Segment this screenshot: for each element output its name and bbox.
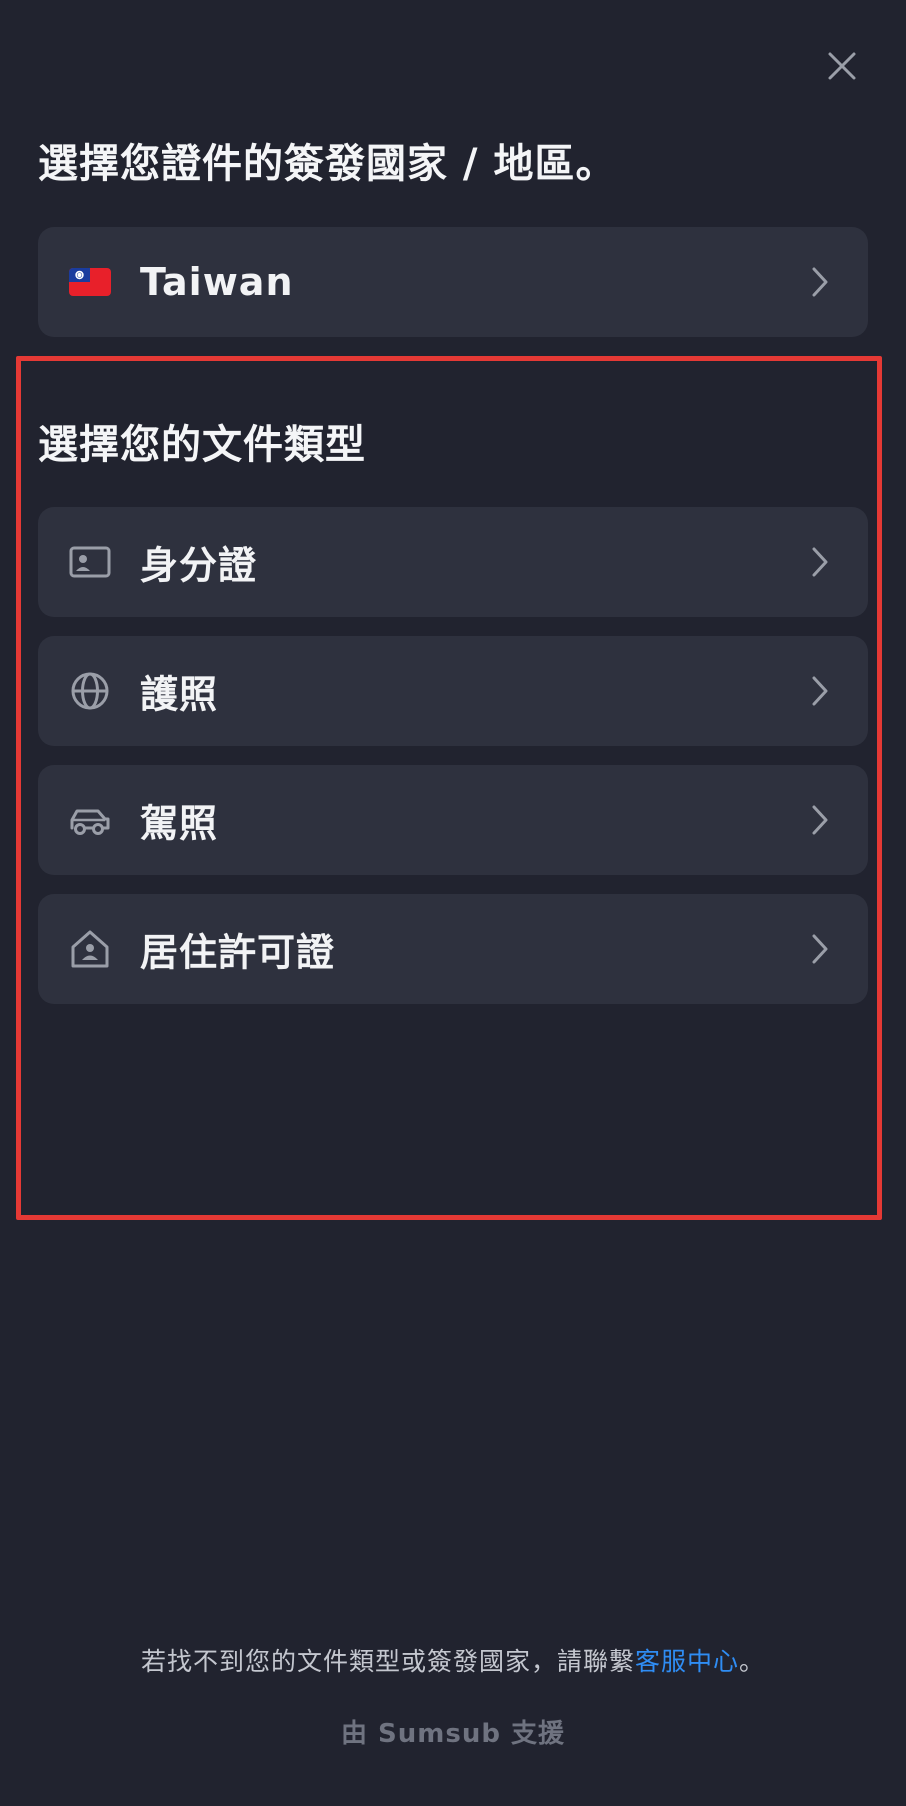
chevron-right-icon <box>810 932 830 966</box>
taiwan-flag-icon <box>68 260 112 304</box>
country-selector[interactable]: Taiwan <box>38 227 868 337</box>
help-text-suffix: 。 <box>739 1647 766 1676</box>
document-option-residence-permit[interactable]: 居住許可證 <box>38 894 868 1004</box>
house-icon <box>68 927 112 971</box>
document-option-drivers-license[interactable]: 駕照 <box>38 765 868 875</box>
globe-icon <box>68 669 112 713</box>
help-text: 若找不到您的文件類型或簽發國家，請聯繫客服中心。 <box>0 1642 906 1678</box>
country-heading: 選擇您證件的簽發國家 / 地區。 <box>38 141 617 187</box>
document-option-label: 居住許可證 <box>140 930 336 975</box>
close-icon <box>828 52 856 80</box>
close-button[interactable] <box>818 42 866 90</box>
document-option-passport[interactable]: 護照 <box>38 636 868 746</box>
document-type-heading: 選擇您的文件類型 <box>38 422 366 468</box>
selected-country-label: Taiwan <box>140 260 294 304</box>
document-option-label: 駕照 <box>140 801 219 846</box>
document-option-label: 護照 <box>140 672 219 717</box>
document-option-id-card[interactable]: 身分證 <box>38 507 868 617</box>
chevron-right-icon <box>810 803 830 837</box>
support-center-link[interactable]: 客服中心 <box>635 1647 739 1676</box>
chevron-right-icon <box>810 265 830 299</box>
help-text-prefix: 若找不到您的文件類型或簽發國家，請聯繫 <box>140 1647 635 1676</box>
car-icon <box>68 798 112 842</box>
chevron-right-icon <box>810 545 830 579</box>
document-option-label: 身分證 <box>140 543 258 588</box>
powered-by-text: 由 Sumsub 支援 <box>340 1719 566 1749</box>
chevron-right-icon <box>810 674 830 708</box>
id-card-icon <box>68 540 112 584</box>
